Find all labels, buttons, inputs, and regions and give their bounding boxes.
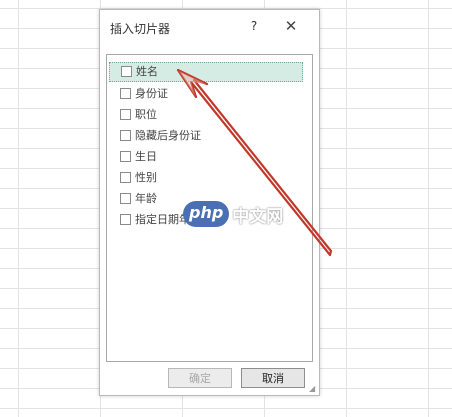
field-label: 职位 [135,108,157,121]
checkbox[interactable] [121,66,132,77]
watermark-logo: php [183,201,230,227]
site-watermark: php 中文网 [183,197,283,231]
resize-grip-icon[interactable]: ◢ [309,385,317,393]
ok-button[interactable]: 确定 [168,368,232,388]
field-item-id[interactable]: 身份证 [107,84,303,104]
checkbox[interactable] [120,109,131,120]
field-label: 姓名 [136,65,158,78]
field-item-name[interactable]: 姓名 [109,62,303,82]
checkbox[interactable] [120,172,131,183]
field-label: 年龄 [135,192,157,205]
checkbox[interactable] [120,130,131,141]
help-button[interactable]: ? [247,18,261,34]
field-item-position[interactable]: 职位 [107,105,303,125]
field-label: 生日 [135,150,157,163]
field-label: 身份证 [135,87,168,100]
checkbox[interactable] [120,193,131,204]
field-label: 隐藏后身份证 [135,129,201,142]
field-item-birthday[interactable]: 生日 [107,147,303,167]
checkbox[interactable] [120,151,131,162]
field-label: 性别 [135,171,157,184]
watermark-text: 中文网 [232,206,284,227]
field-item-hidden-id[interactable]: 隐藏后身份证 [107,126,303,146]
checkbox[interactable] [120,88,131,99]
field-item-gender[interactable]: 性别 [107,168,303,188]
dialog-title: 插入切片器 [110,22,171,36]
checkbox[interactable] [120,214,131,225]
cancel-button[interactable]: 取消 [241,368,305,388]
close-button[interactable]: ✕ [283,18,299,34]
